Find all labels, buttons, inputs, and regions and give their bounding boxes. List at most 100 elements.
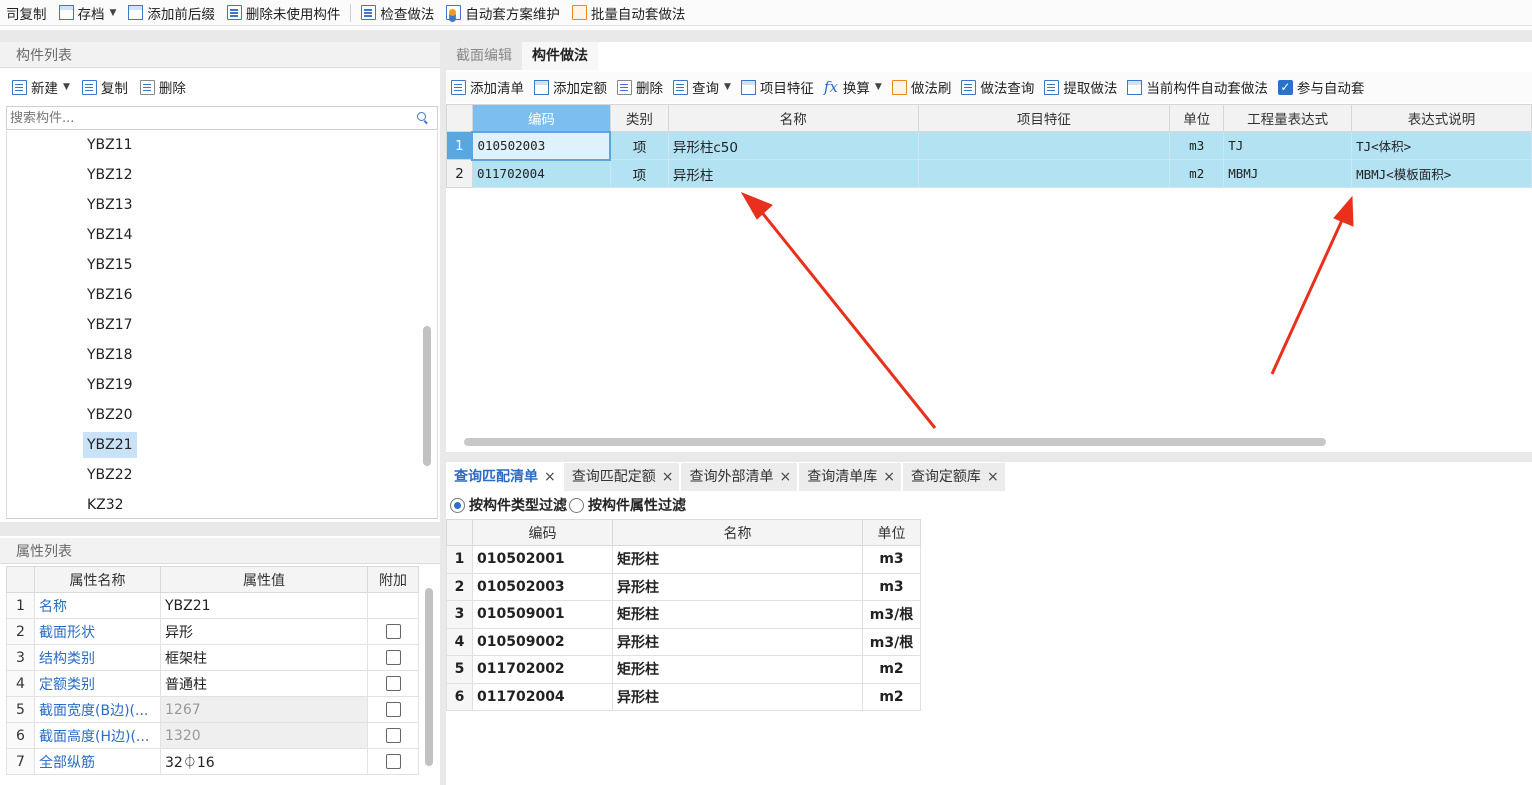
copy-button[interactable]: 司复制	[0, 2, 53, 24]
horizontal-splitter-right[interactable]	[446, 452, 1532, 462]
table-row[interactable]: 4 定额类别 普通柱	[6, 670, 419, 697]
cell-feature[interactable]	[917, 159, 1171, 188]
tab-section-edit[interactable]: 截面编辑	[446, 42, 522, 70]
table-row[interactable]: 2 010502003 异形柱 m3	[446, 572, 921, 601]
property-list-scrollbar[interactable]	[425, 588, 433, 766]
close-icon[interactable]: ×	[883, 463, 895, 491]
check-method-button[interactable]: 检查做法	[355, 2, 440, 24]
cell-expression[interactable]: TJ	[1223, 131, 1353, 160]
extra-checkbox[interactable]	[385, 754, 401, 769]
extra-checkbox[interactable]	[385, 676, 401, 691]
table-row[interactable]: 1 010502003 项异形柱c50 m3 TJ TJ<体积>	[446, 130, 1532, 161]
property-value[interactable]: YBZ21	[160, 592, 368, 619]
cell-type[interactable]: 项	[609, 159, 669, 188]
search-icon[interactable]	[417, 112, 429, 124]
participate-auto-checkbox[interactable]: ✓ 参与自动套	[1273, 76, 1370, 98]
batch-auto-button[interactable]: 批量自动套做法	[566, 2, 692, 24]
list-item[interactable]: YBZ18	[83, 342, 137, 368]
list-item-selected[interactable]: YBZ21	[83, 432, 137, 458]
column-header-type[interactable]: 类别	[609, 104, 669, 132]
add-list-button[interactable]: 添加清单	[446, 76, 529, 98]
delete-method-button[interactable]: 删除	[612, 76, 668, 98]
list-item[interactable]: YBZ12	[83, 162, 137, 188]
column-header-expression[interactable]: 工程量表达式	[1223, 104, 1353, 132]
tab-query-1[interactable]: 查询匹配清单 ×	[446, 463, 562, 491]
convert-button[interactable]: fx 换算 ▼	[819, 76, 887, 98]
list-item[interactable]: YBZ16	[83, 282, 137, 308]
archive-button[interactable]: 存档 ▼	[53, 2, 123, 24]
query-button[interactable]: 查询 ▼	[668, 76, 736, 98]
column-header-unit[interactable]: 单位	[1169, 104, 1225, 132]
cell-name[interactable]: 异形柱c50	[667, 131, 919, 160]
table-row[interactable]: 2 截面形状 异形	[6, 618, 419, 645]
cell-type[interactable]: 项	[609, 131, 669, 160]
close-icon[interactable]: ×	[987, 463, 999, 491]
table-row[interactable]: 6 截面高度(H边)(... 1320	[6, 722, 419, 749]
delete-component-button[interactable]: 删除	[134, 76, 192, 98]
extra-checkbox[interactable]	[385, 624, 401, 639]
close-icon[interactable]: ×	[544, 463, 556, 491]
add-quota-button[interactable]: 添加定额	[529, 76, 612, 98]
cell-feature[interactable]	[917, 131, 1171, 160]
tab-component-method[interactable]: 构件做法	[522, 42, 598, 70]
column-header-expression-desc[interactable]: 表达式说明	[1351, 104, 1532, 132]
auto-apply-button[interactable]: 当前构件自动套做法	[1122, 76, 1273, 98]
column-header-name[interactable]: 名称	[667, 104, 919, 132]
property-value[interactable]: 1267	[160, 696, 368, 723]
table-row[interactable]: 5 011702002 矩形柱 m2	[446, 655, 921, 684]
table-row[interactable]: 3 010509001 矩形柱 m3/根	[446, 600, 921, 629]
property-value[interactable]: 普通柱	[160, 670, 368, 697]
table-row[interactable]: 5 截面宽度(B边)(... 1267	[6, 696, 419, 723]
add-prefix-suffix-button[interactable]: 添加前后缀	[122, 2, 221, 24]
radio-filter-attr[interactable]	[569, 497, 584, 513]
table-row[interactable]: 7 全部纵筋 32⏀16	[6, 748, 419, 775]
list-item[interactable]: YBZ19	[83, 372, 137, 398]
cell-name[interactable]: 异形柱	[667, 159, 919, 188]
property-value[interactable]: 异形	[160, 618, 368, 645]
method-brush-button[interactable]: 做法刷	[887, 76, 957, 98]
component-list-scrollbar[interactable]	[423, 326, 431, 466]
tab-query-5[interactable]: 查询定额库 ×	[902, 463, 1005, 491]
close-icon[interactable]: ×	[779, 463, 791, 491]
list-item[interactable]: YBZ22	[83, 462, 137, 488]
table-row[interactable]: 2 011702004 项异形柱 m2 MBMJ MBMJ<模板面积>	[446, 159, 1532, 188]
cell-unit[interactable]: m2	[1169, 159, 1225, 188]
method-query-button[interactable]: 做法查询	[956, 76, 1039, 98]
tab-query-2[interactable]: 查询匹配定额 ×	[563, 463, 680, 491]
method-horizontal-scrollbar[interactable]	[464, 438, 1326, 446]
cell-code[interactable]: 010502003	[471, 130, 612, 161]
property-value[interactable]: 框架柱	[160, 644, 368, 671]
delete-unused-button[interactable]: 删除未使用构件	[221, 2, 347, 24]
list-item[interactable]: YBZ17	[83, 312, 137, 338]
list-item[interactable]: KZ32	[83, 492, 128, 518]
cell-code[interactable]: 011702004	[471, 159, 611, 188]
property-value[interactable]: 32⏀16	[160, 748, 368, 775]
extra-checkbox[interactable]	[385, 728, 401, 743]
copy-component-button[interactable]: 复制	[76, 76, 134, 98]
table-row[interactable]: 1 010502001 矩形柱 m3	[446, 545, 921, 574]
new-component-button[interactable]: 新建 ▼	[6, 76, 76, 98]
table-row[interactable]: 3 结构类别 框架柱	[6, 644, 419, 671]
extra-checkbox[interactable]	[385, 650, 401, 665]
table-row[interactable]: 4 010509002 异形柱 m3/根	[446, 627, 921, 656]
table-row[interactable]: 1 名称 YBZ21	[6, 592, 419, 619]
cell-expression[interactable]: MBMJ	[1223, 159, 1353, 188]
list-item[interactable]: YBZ14	[83, 222, 137, 248]
column-header-feature[interactable]: 项目特征	[917, 104, 1171, 132]
horizontal-splitter[interactable]	[0, 522, 440, 536]
close-icon[interactable]: ×	[662, 463, 674, 491]
feature-button[interactable]: 项目特征	[736, 76, 819, 98]
auto-scheme-button[interactable]: 自动套方案维护	[440, 2, 566, 24]
radio-filter-type[interactable]	[450, 497, 465, 513]
list-item[interactable]: YBZ15	[83, 252, 137, 278]
tab-query-3[interactable]: 查询外部清单 ×	[681, 463, 798, 491]
table-row[interactable]: 6 011702004 异形柱 m2	[446, 682, 921, 711]
list-item[interactable]: YBZ11	[83, 132, 137, 158]
cell-unit[interactable]: m3	[1169, 131, 1225, 160]
property-value[interactable]: 1320	[160, 722, 368, 749]
component-search-input[interactable]	[7, 108, 417, 128]
extract-method-button[interactable]: 提取做法	[1039, 76, 1122, 98]
cell-expression-desc[interactable]: TJ<体积>	[1351, 131, 1532, 160]
extra-checkbox[interactable]	[385, 702, 401, 717]
list-item[interactable]: YBZ13	[83, 192, 137, 218]
